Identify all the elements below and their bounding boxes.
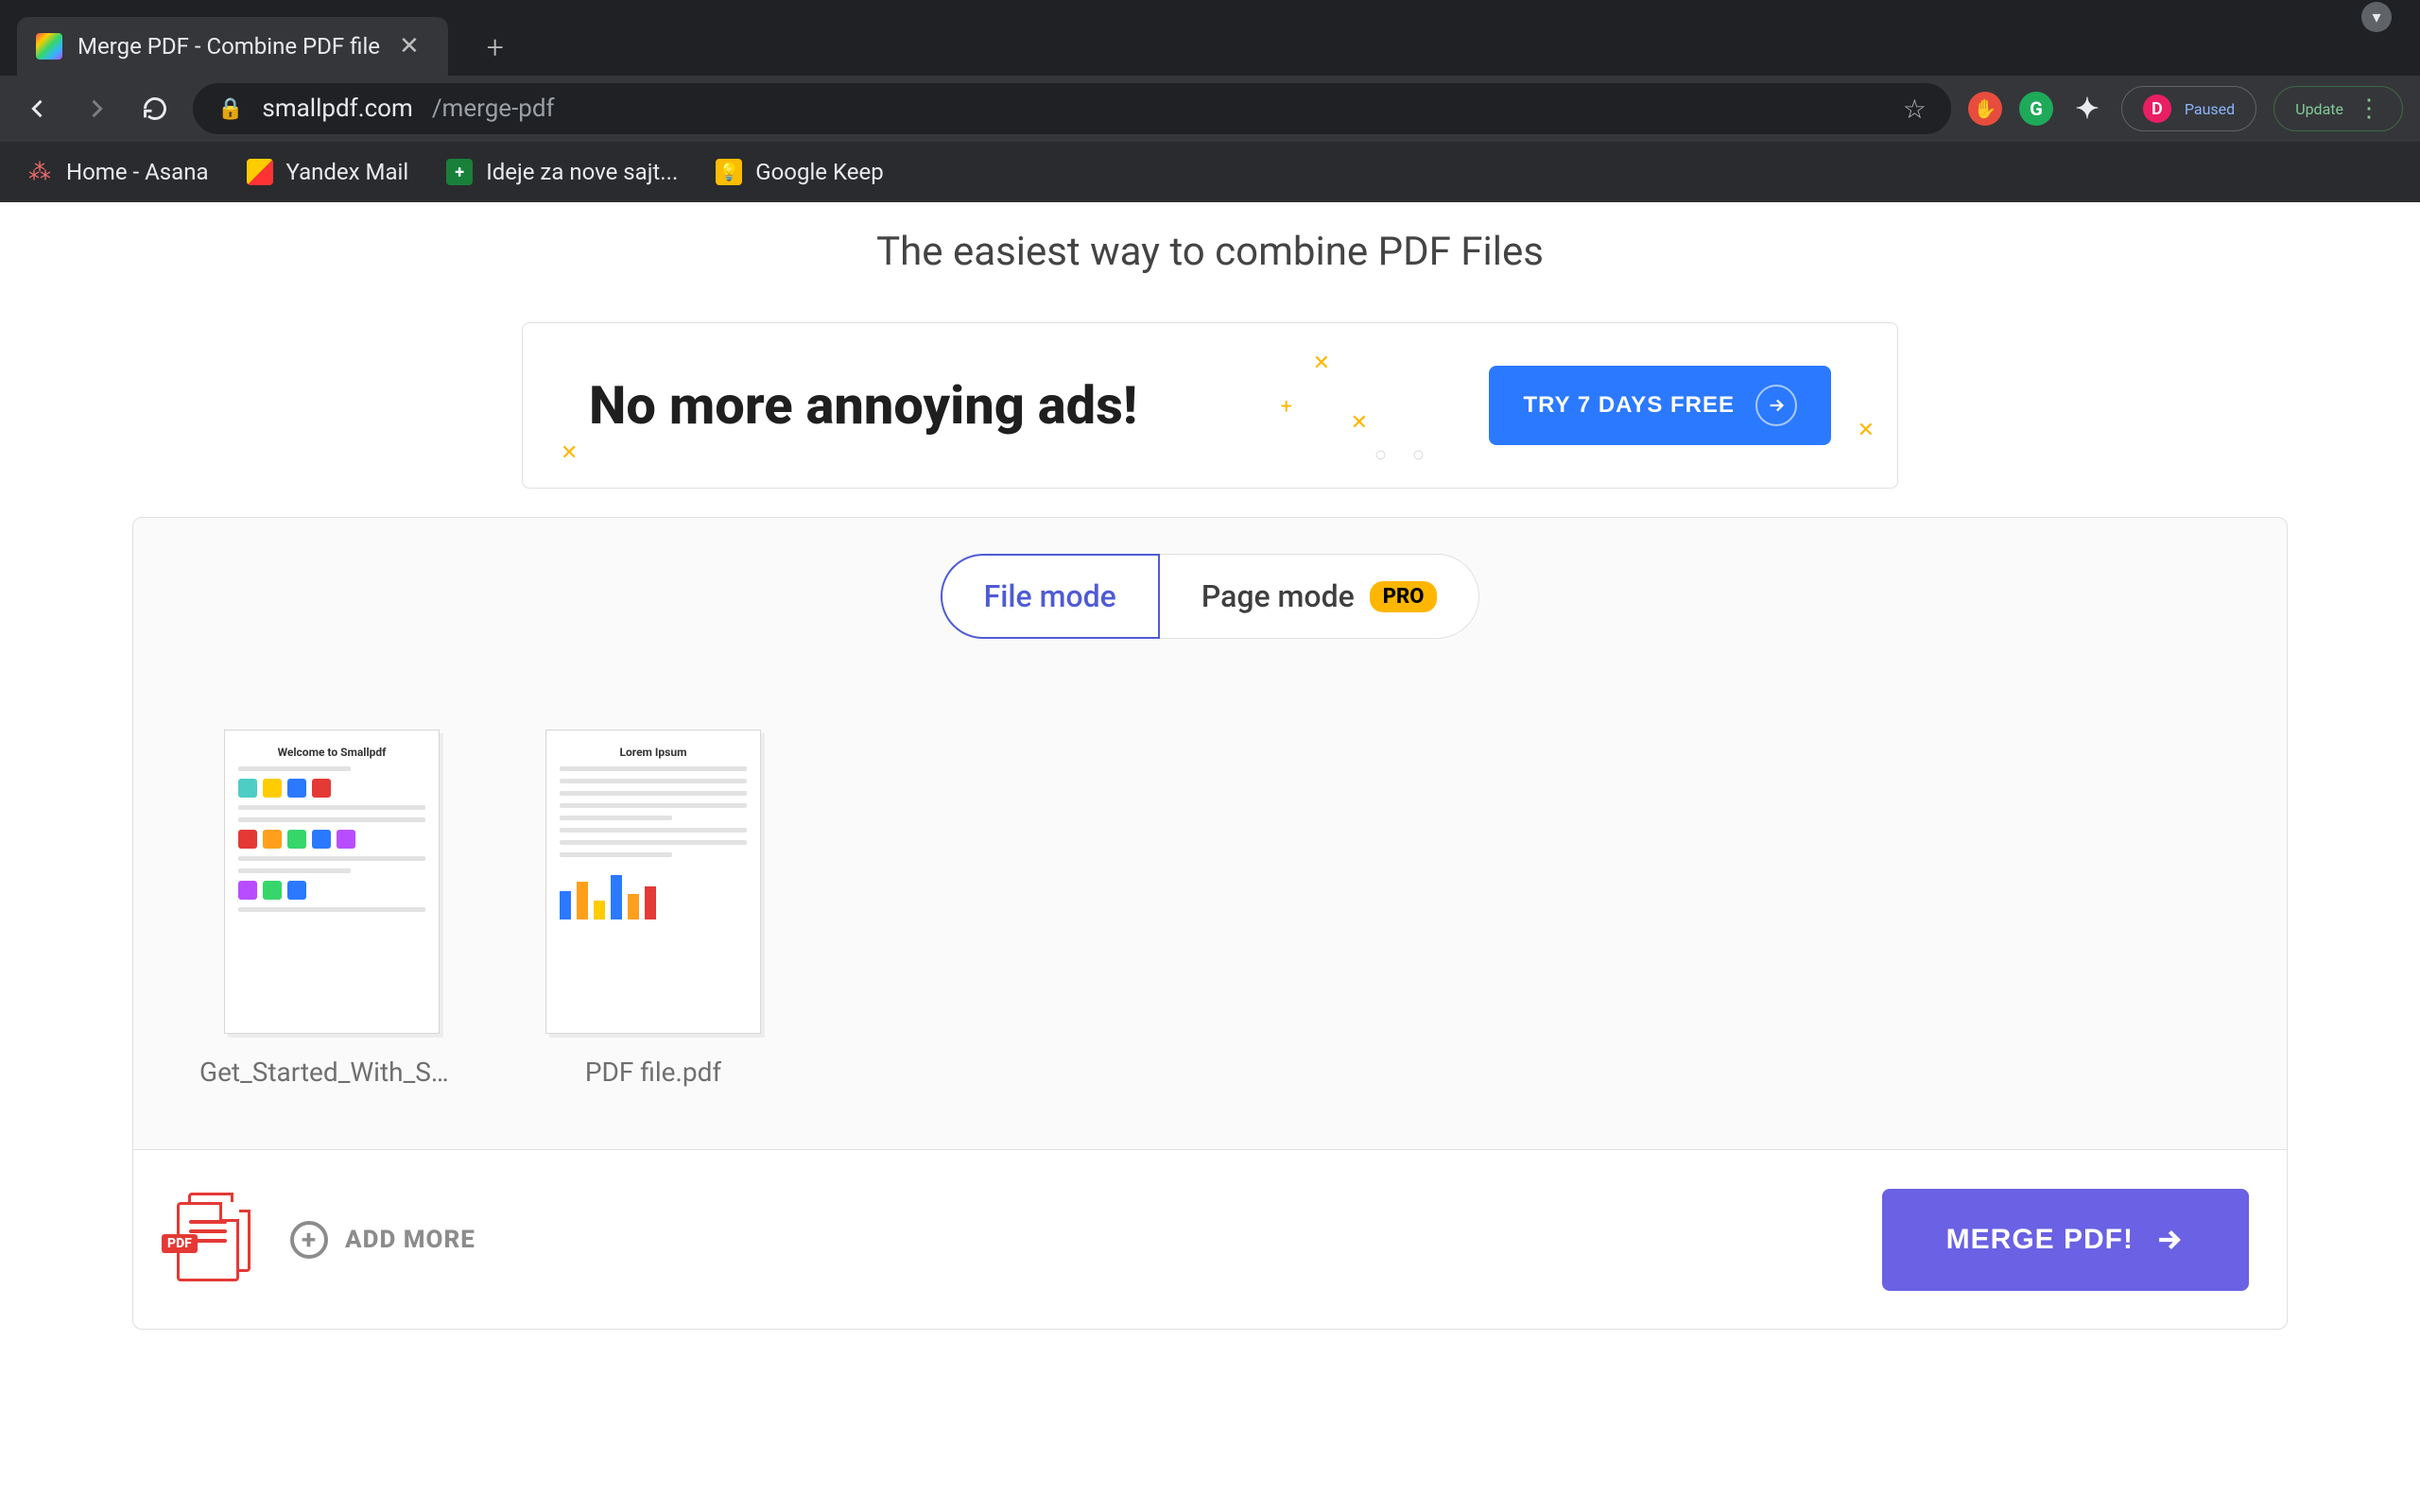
avatar: D	[2143, 94, 2171, 123]
favicon-icon	[36, 33, 62, 60]
browser-toolbar: 🔒 smallpdf.com/merge-pdf ☆ ✋ G ✦ D Pause…	[0, 76, 2420, 142]
new-tab-button[interactable]: +	[467, 19, 524, 76]
forward-button[interactable]	[76, 88, 117, 129]
file-mode-label: File mode	[984, 578, 1116, 614]
files-area[interactable]: Welcome to Smallpdf Get_Started_Wi	[133, 648, 2287, 1149]
profile-status: Paused	[2185, 100, 2235, 118]
grammarly-icon[interactable]: G	[2019, 92, 2053, 126]
mode-tabs: File mode Page mode PRO	[133, 518, 2287, 648]
kebab-icon[interactable]: ⋮	[2357, 94, 2381, 123]
promo-banner: ✕ ✕ + ○ ○ ✕ ✕ No more annoying ads! TRY …	[522, 322, 1898, 489]
url-host: smallpdf.com	[262, 94, 412, 123]
yandex-icon	[247, 159, 273, 185]
profile-chip[interactable]: D Paused	[2121, 86, 2256, 131]
file-name: PDF file.pdf	[585, 1057, 721, 1088]
lock-icon: 🔒	[217, 97, 243, 121]
extension-icon[interactable]: ✋	[1968, 92, 2002, 126]
bookmarks-bar: ⁂ Home - Asana Yandex Mail + Ideje za no…	[0, 142, 2420, 202]
reload-button[interactable]	[134, 88, 176, 129]
bookmark-keep[interactable]: 💡 Google Keep	[716, 159, 883, 185]
sheets-icon: +	[446, 159, 473, 185]
page-mode-label: Page mode	[1201, 578, 1355, 614]
bookmark-label: Home - Asana	[66, 159, 209, 185]
sparkle-icon: ✕	[1351, 411, 1368, 435]
thumb-title: Lorem Ipsum	[560, 746, 747, 759]
page-content: The easiest way to combine PDF Files ✕ ✕…	[0, 202, 2420, 1512]
work-card: File mode Page mode PRO Welcome to Small…	[132, 517, 2288, 1330]
add-more-button[interactable]: + ADD MORE	[290, 1221, 475, 1259]
tab-page-mode[interactable]: Page mode PRO	[1160, 554, 1480, 639]
tab-title: Merge PDF - Combine PDF file	[78, 33, 380, 60]
file-item[interactable]: Welcome to Smallpdf Get_Started_Wi	[199, 730, 464, 1149]
update-label: Update	[2295, 100, 2343, 118]
bookmark-label: Yandex Mail	[286, 159, 409, 185]
action-bar: PDF + ADD MORE MERGE PDF!	[133, 1149, 2287, 1329]
url-path: /merge-pdf	[432, 94, 555, 123]
file-item[interactable]: Lorem Ipsum PDF file.pdf	[521, 730, 786, 1149]
update-button[interactable]: Update ⋮	[2273, 86, 2403, 131]
tab-strip: Merge PDF - Combine PDF file ✕ +	[0, 0, 2420, 76]
plus-circle-icon: +	[290, 1221, 328, 1259]
page-subtitle: The easiest way to combine PDF Files	[0, 202, 2420, 275]
back-button[interactable]	[17, 88, 59, 129]
merge-label: MERGE PDF!	[1946, 1224, 2134, 1256]
asana-icon: ⁂	[26, 159, 53, 185]
tab-file-mode[interactable]: File mode	[941, 554, 1160, 639]
try-free-button[interactable]: TRY 7 DAYS FREE	[1489, 366, 1831, 445]
bookmark-label: Google Keep	[755, 159, 883, 185]
sparkle-icon: ✕	[1858, 419, 1875, 442]
bookmark-label: Ideje za nove sajt...	[486, 159, 678, 185]
file-name: Get_Started_With_Smal…	[199, 1057, 464, 1088]
dot-icon: ○	[1412, 442, 1425, 467]
plus-icon: +	[1281, 395, 1292, 419]
sparkle-icon: ✕	[561, 441, 578, 465]
file-thumbnail: Welcome to Smallpdf	[224, 730, 440, 1034]
close-icon[interactable]: ✕	[395, 28, 424, 64]
address-bar[interactable]: 🔒 smallpdf.com/merge-pdf ☆	[193, 83, 1951, 134]
bookmark-yandex[interactable]: Yandex Mail	[247, 159, 409, 185]
pro-badge: PRO	[1370, 581, 1438, 612]
bookmark-asana[interactable]: ⁂ Home - Asana	[26, 159, 209, 185]
try-free-label: TRY 7 DAYS FREE	[1523, 392, 1735, 419]
add-more-label: ADD MORE	[345, 1226, 475, 1254]
arrow-right-icon	[2152, 1224, 2185, 1256]
keep-icon: 💡	[716, 159, 742, 185]
pdf-badge: PDF	[162, 1234, 198, 1253]
dot-icon: ○	[1374, 442, 1387, 467]
account-dropdown-icon[interactable]: ▾	[2361, 2, 2392, 32]
sparkle-icon: ✕	[1313, 352, 1330, 375]
merge-button[interactable]: MERGE PDF!	[1882, 1189, 2249, 1291]
browser-tab[interactable]: Merge PDF - Combine PDF file ✕	[17, 17, 448, 76]
pdf-stack-icon: PDF	[171, 1193, 256, 1287]
bookmark-ideje[interactable]: + Ideje za nove sajt...	[446, 159, 678, 185]
browser-chrome: ▾ Merge PDF - Combine PDF file ✕ + 🔒 sma…	[0, 0, 2420, 202]
promo-headline: No more annoying ads!	[589, 374, 1137, 437]
thumb-title: Welcome to Smallpdf	[238, 746, 425, 759]
file-thumbnail: Lorem Ipsum	[545, 730, 761, 1034]
arrow-right-icon	[1755, 385, 1797, 426]
extensions-puzzle-icon[interactable]: ✦	[2070, 92, 2104, 126]
bookmark-star-icon[interactable]: ☆	[1903, 94, 1927, 125]
